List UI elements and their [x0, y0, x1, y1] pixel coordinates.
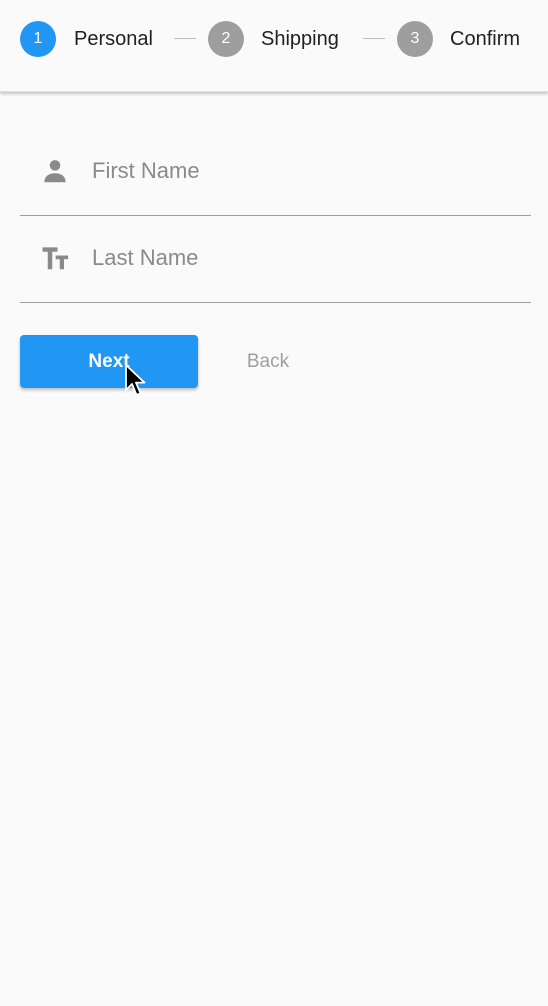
step-connector — [174, 38, 196, 39]
stepper-header: 1 Personal 2 Shipping 3 Confirm — [0, 0, 548, 92]
back-button[interactable]: Back — [212, 335, 324, 388]
person-icon — [44, 160, 66, 183]
last-name-field — [20, 227, 531, 303]
step-3-label[interactable]: Confirm — [450, 26, 520, 52]
step-3-indicator[interactable]: 3 — [397, 21, 433, 57]
step-1-indicator[interactable]: 1 — [20, 21, 56, 57]
step-2-indicator[interactable]: 2 — [208, 21, 244, 57]
step-1-label[interactable]: Personal — [74, 26, 153, 52]
next-button[interactable]: Next — [20, 335, 198, 388]
first-name-input[interactable] — [92, 151, 512, 191]
text-fields-icon — [42, 247, 69, 270]
step-connector — [363, 38, 385, 39]
last-name-input[interactable] — [92, 238, 512, 278]
step-2-label[interactable]: Shipping — [261, 26, 339, 52]
first-name-field — [20, 140, 531, 216]
